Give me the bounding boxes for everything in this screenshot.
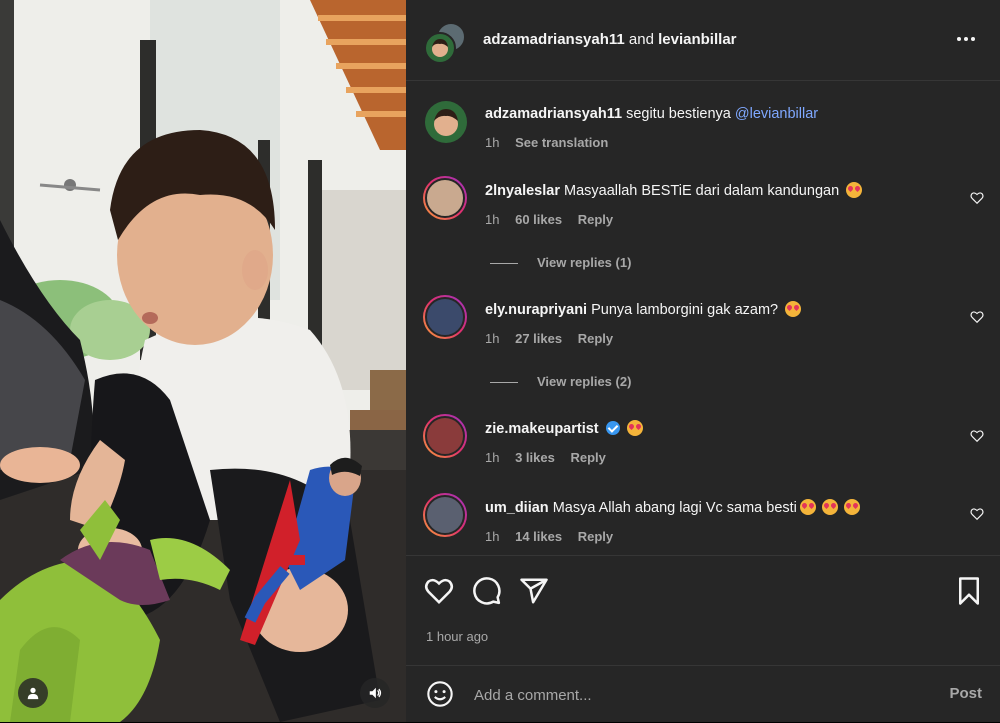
avatar-adzamadriansyah11[interactable] [424,32,456,64]
post-actions: 1 hour ago [406,555,1000,666]
comment-username[interactable]: ely.nurapriyani [485,302,587,318]
post-comment-button[interactable]: Post [949,685,982,702]
comment-meta: 1h 3 likes Reply [485,450,618,465]
verified-badge-icon [605,421,620,435]
reply-button[interactable]: Reply [578,529,613,544]
comment-body: Punya lamborgini gak azam? [591,302,779,318]
comment-likes[interactable]: 27 likes [515,331,562,346]
heart-eyes-emoji-icon [799,499,816,515]
author-username-1[interactable]: adzamadriansyah11 [483,31,625,48]
caption-username[interactable]: adzamadriansyah11 [485,106,622,122]
comment-username[interactable]: um_diian [485,500,549,516]
see-translation-link[interactable]: See translation [515,135,608,150]
heart-eyes-emoji-icon [626,420,643,436]
comment-time: 1h [485,529,500,544]
comment-time: 1h [485,331,500,346]
comment-username[interactable]: zie.makeupartist [485,421,599,437]
view-replies-button[interactable]: View replies (2) [490,374,631,389]
caption-mention[interactable]: @levianbillar [735,106,818,122]
sweat-smile-emoji-icon [785,301,802,317]
comment-avatar[interactable] [423,176,467,220]
comment-meta: 1h 27 likes Reply [485,331,625,346]
post-media[interactable] [0,0,406,722]
post-details-panel: adzamadriansyah11 and levianbillar adzam… [406,0,1000,722]
comment-avatar[interactable] [423,295,467,339]
user-tag-icon [27,687,39,700]
comment-like-heart-icon[interactable] [970,507,984,521]
comment-text: um_diian Masya Allah abang lagi Vc sama … [485,499,860,516]
author-username-2[interactable]: levianbillar [658,31,736,48]
heart-eyes-emoji-icon [843,499,860,515]
comment-text: ely.nurapriyani Punya lamborgini gak aza… [485,301,802,318]
caption-time: 1h [485,135,500,150]
reply-button[interactable]: Reply [578,331,613,346]
comment-avatar[interactable] [423,493,467,537]
bookmark-icon[interactable] [954,576,984,606]
more-options-button[interactable] [954,28,978,50]
instagram-post-modal: adzamadriansyah11 and levianbillar adzam… [0,0,1000,722]
comment-avatar[interactable] [423,414,467,458]
caption-text: adzamadriansyah11 segitu bestienya @levi… [485,106,818,122]
more-horizontal-icon [957,37,961,41]
comment-body: Masyaallah BESTiE dari dalam kandungan [564,183,840,199]
comment-body: Masya Allah abang lagi Vc sama besti [552,500,797,516]
smiley-icon[interactable] [426,680,454,708]
comment-likes[interactable]: 3 likes [515,450,555,465]
caption-body: segitu bestienya [626,106,731,122]
comment-meta: 1h 14 likes Reply [485,529,625,544]
comment-icon[interactable] [472,576,502,606]
reply-button[interactable]: Reply [570,450,605,465]
reply-button[interactable]: Reply [578,212,613,227]
authors-conjunction: and [628,31,654,48]
tag-users-button[interactable] [18,678,48,708]
caption-avatar[interactable] [425,101,467,143]
caption-meta: 1h See translation [485,135,620,150]
comment-time: 1h [485,450,500,465]
comment-username[interactable]: 2lnyaleslar [485,183,560,199]
heart-icon[interactable] [424,576,454,606]
comment-like-heart-icon[interactable] [970,310,984,324]
heart-eyes-emoji-icon [821,499,838,515]
comment-like-heart-icon[interactable] [970,191,984,205]
speaker-icon [369,687,382,699]
audio-toggle-button[interactable] [360,678,390,708]
comment-text: 2lnyaleslar Masyaallah BESTiE dari dalam… [485,182,863,199]
heart-eyes-emoji-icon [846,182,863,198]
comment-likes[interactable]: 14 likes [515,529,562,544]
post-authors: adzamadriansyah11 and levianbillar [483,31,737,48]
post-header: adzamadriansyah11 and levianbillar [406,0,1000,81]
comment-time: 1h [485,212,500,227]
comment-bar: Post [406,665,1000,723]
comment-text: zie.makeupartist [485,420,643,437]
post-timestamp[interactable]: 1 hour ago [426,629,488,644]
comment-likes[interactable]: 60 likes [515,212,562,227]
view-replies-button[interactable]: View replies (1) [490,255,631,270]
send-icon[interactable] [519,576,549,606]
collab-avatars[interactable] [424,22,466,64]
comment-like-heart-icon[interactable] [970,429,984,443]
post-photo [0,0,406,722]
add-comment-input[interactable] [472,680,916,710]
comment-meta: 1h 60 likes Reply [485,212,625,227]
